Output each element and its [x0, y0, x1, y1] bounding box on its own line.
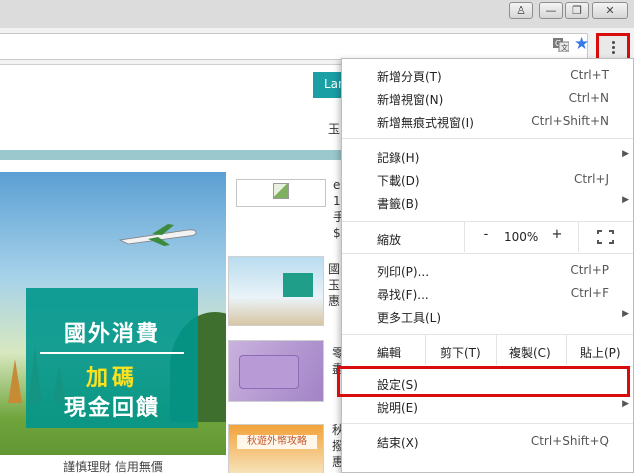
maximize-button[interactable]: ❐ [565, 2, 589, 19]
menu-item-new-tab[interactable]: 新增分頁(T) Ctrl+T [342, 64, 633, 87]
header-strip [0, 150, 360, 160]
hero-caption: 謹慎理財 信用無價 [0, 455, 226, 473]
menu-separator [342, 253, 633, 254]
menu-zoom-row: 縮放 - 100% + [342, 222, 633, 252]
cell-divider [496, 335, 497, 365]
chevron-right-icon: ▶ [622, 309, 629, 319]
side-text: 國 [328, 262, 341, 276]
side-text: 1 [333, 194, 341, 208]
menu-item-history[interactable]: 記錄(H) ▶ [342, 145, 633, 168]
cell-divider [578, 222, 579, 252]
menu-item-bookmarks[interactable]: 書籤(B) ▶ [342, 191, 633, 214]
menu-item-find[interactable]: 尋找(F)... Ctrl+F [342, 282, 633, 305]
bookmark-star-icon[interactable]: ★ [574, 35, 589, 53]
autumn-promo-thumbnail[interactable]: 秋遊外幣攻略 [228, 424, 324, 473]
menu-item-downloads[interactable]: 下載(D) Ctrl+J [342, 168, 633, 191]
promo-banner[interactable]: 國外消費 加碼 現金回饋 [0, 172, 226, 473]
credit-card-image [239, 355, 299, 389]
card-banner-text: 秋遊外幣攻略 [237, 435, 317, 449]
zoom-out-button[interactable]: - [480, 227, 492, 242]
menu-item-print[interactable]: 列印(P)... Ctrl+P [342, 259, 633, 282]
zoom-level: 100% [504, 230, 539, 244]
chevron-right-icon: ▶ [622, 149, 629, 159]
card-inner-image [283, 273, 313, 297]
user-icon[interactable]: ♙ [509, 2, 533, 19]
menu-item-new-window[interactable]: 新增視窗(N) Ctrl+N [342, 87, 633, 110]
translate-icon[interactable]: G 文 [553, 38, 569, 52]
zoom-in-button[interactable]: + [551, 227, 563, 242]
side-text: 玉 [328, 278, 341, 292]
promo-box: 國外消費 加碼 現金回饋 [26, 288, 198, 428]
cut-button[interactable]: 剪下(T) [440, 344, 481, 361]
menu-separator [342, 423, 633, 424]
fullscreen-icon[interactable] [597, 230, 614, 244]
menu-edit-row: 編輯 剪下(T) 複製(C) 貼上(P) [342, 335, 633, 365]
cell-divider [425, 335, 426, 365]
menu-item-exit[interactable]: 結束(X) Ctrl+Shift+Q [342, 430, 633, 453]
chevron-right-icon: ▶ [622, 195, 629, 205]
chevron-right-icon: ▶ [622, 399, 629, 409]
side-text: $ [333, 226, 341, 240]
promo-line-3: 現金回饋 [63, 396, 160, 421]
side-text: e [333, 178, 341, 192]
cell-divider [464, 222, 465, 252]
cell-divider [566, 335, 567, 365]
paste-button[interactable]: 貼上(P) [580, 344, 621, 361]
promo-card-thumbnail[interactable] [228, 256, 324, 326]
promo-divider [40, 352, 184, 354]
minimize-button[interactable]: — [539, 2, 563, 19]
close-button[interactable]: ✕ [592, 2, 628, 19]
window-titlebar: ♙ — ❐ ✕ [0, 0, 634, 28]
menu-item-more-tools[interactable]: 更多工具(L) ▶ [342, 305, 633, 328]
menu-item-incognito-window[interactable]: 新增無痕式視窗(I) Ctrl+Shift+N [342, 110, 633, 133]
side-text: 惠 [328, 294, 341, 308]
chrome-main-menu: 新增分頁(T) Ctrl+T 新增視窗(N) Ctrl+N 新增無痕式視窗(I) Ct… [341, 58, 634, 473]
three-dots-vertical-icon [611, 41, 615, 54]
address-bar[interactable] [0, 33, 588, 60]
broken-image-icon [236, 179, 326, 207]
copy-button[interactable]: 複製(C) [509, 344, 551, 361]
promo-line-2: 加碼 [85, 366, 138, 391]
settings-highlight-box [337, 366, 630, 397]
menu-item-help[interactable]: 說明(E) ▶ [342, 395, 633, 418]
menu-separator [342, 138, 633, 139]
edit-label: 編輯 [377, 346, 402, 360]
zoom-label: 縮放 [377, 233, 402, 247]
credit-card-thumbnail[interactable] [228, 340, 324, 402]
temple-shape [8, 359, 22, 403]
airplane-image [118, 224, 197, 246]
promo-line-1: 國外消費 [63, 322, 160, 347]
svg-text:文: 文 [561, 43, 568, 52]
